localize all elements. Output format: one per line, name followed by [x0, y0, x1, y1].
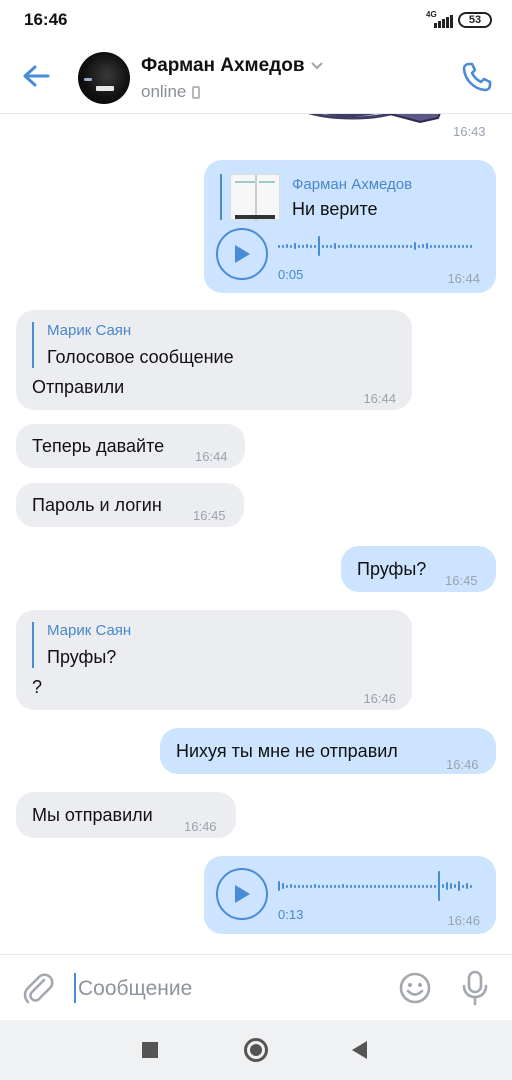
play-icon — [235, 885, 250, 903]
message-bubble[interactable]: Пруфы? 16:45 — [341, 546, 496, 592]
reply-quote[interactable]: Марик Саян Пруфы? — [32, 622, 131, 668]
status-bar: 16:46 4G 53 — [0, 0, 512, 40]
chevron-down-icon — [310, 62, 323, 70]
message-text: Пароль и логин — [32, 495, 162, 515]
paperclip-icon[interactable] — [22, 971, 54, 1005]
voice-message-bubble[interactable]: Фарман Ахмедов Ни верите 0:05 16:44 — [204, 160, 496, 293]
message-bubble[interactable]: Пароль и логин 16:45 — [16, 483, 244, 527]
message-time: 16:46 — [446, 757, 479, 772]
play-button[interactable] — [216, 868, 268, 920]
status-indicators: 4G 53 — [426, 11, 492, 29]
message-text: Пруфы? — [357, 559, 427, 579]
home-button[interactable] — [244, 1038, 268, 1062]
back-button[interactable] — [18, 58, 54, 94]
system-navigation-bar — [0, 1020, 512, 1080]
reply-quote[interactable]: Марик Саян Голосовое сообщение — [32, 322, 234, 368]
recent-apps-button[interactable] — [142, 1042, 158, 1058]
voice-waveform[interactable] — [278, 234, 472, 258]
reply-thumbnail — [230, 174, 280, 221]
reply-quote[interactable]: Фарман Ахмедов Ни верите — [220, 174, 412, 221]
message-time: 16:46 — [184, 819, 217, 834]
reply-text: Ни верите — [292, 199, 378, 219]
phone-icon[interactable] — [460, 60, 494, 94]
reply-text: Пруфы? — [47, 647, 117, 667]
smiley-icon[interactable] — [398, 971, 432, 1005]
message-bubble[interactable]: Марик Саян Голосовое сообщение Отправили… — [16, 310, 412, 410]
message-text: Нихуя ты мне не отправил — [176, 741, 398, 761]
message-time: 16:46 — [447, 913, 480, 928]
message-time: 16:44 — [447, 271, 480, 286]
message-bubble[interactable]: Мы отправили 16:46 — [16, 792, 236, 838]
contact-name[interactable]: Фарман Ахмедов — [141, 55, 323, 77]
message-time: 16:45 — [193, 508, 226, 523]
reply-author: Марик Саян — [47, 322, 132, 339]
text-cursor — [74, 973, 76, 1003]
message-time: 16:44 — [195, 449, 228, 464]
reply-text: Голосовое сообщение — [47, 347, 234, 367]
message-text: Отправили — [32, 377, 125, 397]
reply-author: Марик Саян — [47, 622, 132, 639]
avatar[interactable] — [78, 52, 130, 104]
message-text: Теперь давайте — [32, 436, 165, 456]
arrow-left-icon — [23, 65, 50, 87]
battery-icon: 53 — [458, 12, 492, 28]
message-bubble[interactable]: Теперь давайте 16:44 — [16, 424, 245, 468]
message-text: ? — [32, 677, 43, 697]
voice-duration: 0:13 — [278, 907, 304, 922]
message-list[interactable]: 16:43 Фарман Ахмедов Ни верите 0:05 16:4… — [0, 114, 512, 954]
contact-status-text: online — [141, 82, 187, 101]
voice-duration: 0:05 — [278, 267, 304, 282]
contact-status: online — [141, 82, 201, 102]
message-composer — [0, 954, 512, 1020]
mobile-device-icon — [192, 85, 201, 99]
voice-message-bubble[interactable]: 0:13 16:46 — [204, 856, 496, 934]
message-bubble[interactable]: Нихуя ты мне не отправил 16:46 — [160, 728, 496, 774]
message-time: 16:45 — [445, 573, 478, 588]
message-time: 16:43 — [453, 124, 486, 139]
play-icon — [235, 245, 250, 263]
chat-header: Фарман Ахмедов online — [0, 40, 512, 114]
play-button[interactable] — [216, 228, 268, 280]
message-time: 16:46 — [363, 691, 396, 706]
message-text: Мы отправили — [32, 805, 153, 825]
sticker[interactable] — [280, 114, 450, 146]
back-triangle-button[interactable] — [352, 1041, 367, 1059]
signal-icon: 4G — [426, 11, 453, 29]
message-bubble[interactable]: Марик Саян Пруфы? ? 16:46 — [16, 610, 412, 710]
voice-waveform[interactable] — [278, 871, 472, 901]
message-input[interactable] — [78, 975, 378, 1003]
status-time: 16:46 — [24, 10, 68, 29]
microphone-icon[interactable] — [458, 969, 492, 1007]
message-time: 16:44 — [363, 391, 396, 406]
reply-author: Фарман Ахмедов — [292, 176, 413, 193]
contact-name-text: Фарман Ахмедов — [141, 55, 305, 76]
